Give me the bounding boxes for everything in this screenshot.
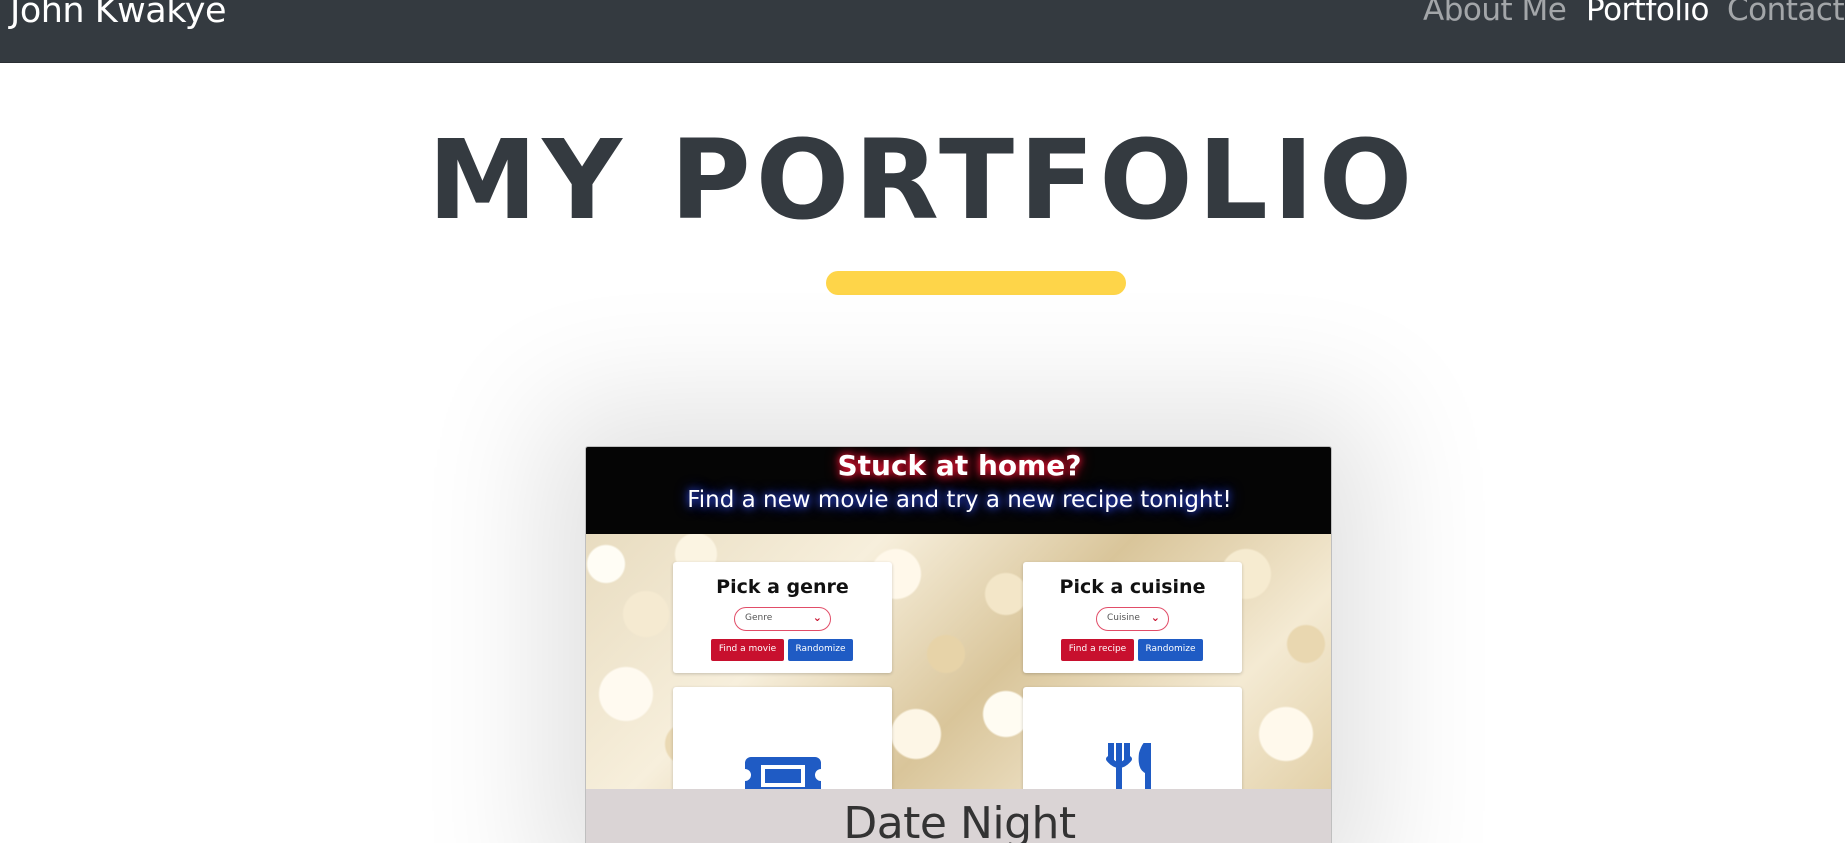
- screenshot-headline: Stuck at home?: [837, 449, 1082, 482]
- randomize-recipe-button[interactable]: Randomize: [1138, 639, 1203, 661]
- genre-card: Pick a genre Genre ⌄ Find a movie Random…: [673, 562, 892, 673]
- genre-select-value: Genre: [745, 613, 773, 623]
- nav-link-contact[interactable]: Contact: [1727, 0, 1845, 28]
- cuisine-card: Pick a cuisine Cuisine ⌄ Find a recipe R…: [1023, 562, 1242, 673]
- genre-card-title: Pick a genre: [716, 576, 849, 598]
- find-recipe-button[interactable]: Find a recipe: [1061, 639, 1134, 661]
- project-card[interactable]: Stuck at home? Find a new movie and try …: [585, 446, 1332, 843]
- cuisine-select[interactable]: Cuisine ⌄: [1096, 607, 1169, 631]
- navbar: John Kwakye About Me Portfolio Contact: [0, 0, 1845, 63]
- chevron-down-icon: ⌄: [812, 611, 822, 624]
- project-title: Date Night: [843, 798, 1076, 843]
- card-footer: Date Night: [586, 789, 1331, 843]
- cuisine-select-value: Cuisine: [1107, 613, 1140, 623]
- chevron-down-icon: ⌄: [1150, 611, 1160, 624]
- screenshot-header: Stuck at home? Find a new movie and try …: [586, 447, 1331, 534]
- genre-select[interactable]: Genre ⌄: [734, 607, 831, 631]
- screenshot-subheadline: Find a new movie and try a new recipe to…: [687, 487, 1232, 513]
- page-title: MY PORTFOLIO: [427, 116, 1418, 244]
- title-divider: [826, 271, 1126, 295]
- cuisine-card-title: Pick a cuisine: [1059, 576, 1206, 598]
- nav-link-about-me[interactable]: About Me: [1423, 0, 1567, 28]
- popcorn-background-image: Pick a genre Genre ⌄ Find a movie Random…: [586, 534, 1331, 807]
- nav-link-portfolio[interactable]: Portfolio: [1586, 0, 1710, 28]
- randomize-movie-button[interactable]: Randomize: [788, 639, 853, 661]
- brand-link[interactable]: John Kwakye: [10, 0, 227, 31]
- find-movie-button[interactable]: Find a movie: [711, 639, 784, 661]
